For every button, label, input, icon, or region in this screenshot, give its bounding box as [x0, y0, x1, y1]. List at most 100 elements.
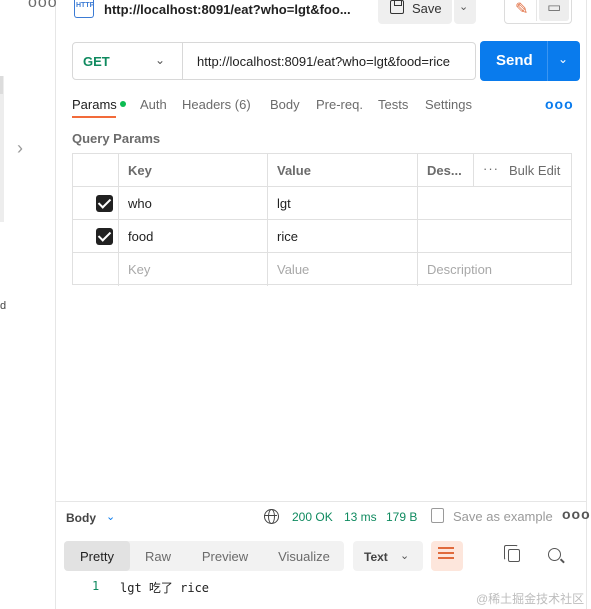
- tab-visualize[interactable]: Visualize: [266, 541, 342, 571]
- chevron-right-icon[interactable]: ›: [17, 138, 23, 159]
- header-key-label: Key: [128, 163, 152, 178]
- save-button-label: Save: [412, 1, 442, 16]
- format-label: Text: [364, 550, 388, 564]
- method-select[interactable]: GET ⌄: [73, 43, 183, 79]
- tab-body[interactable]: Body: [270, 97, 300, 112]
- tab-settings-label: Settings: [425, 97, 472, 112]
- tab-body-label: Body: [270, 97, 300, 112]
- param-key-cell[interactable]: food: [119, 220, 268, 253]
- header-checkbox-cell: [73, 154, 119, 187]
- http-icon-label: HTTP: [76, 2, 95, 9]
- response-more-icon[interactable]: ooo: [562, 506, 591, 522]
- row-checkbox-cell: [73, 187, 119, 220]
- request-tab-bar: HTTP http://localhost:8091/eat?who=lgt&f…: [56, 0, 586, 30]
- tab-tests-label: Tests: [378, 97, 409, 112]
- param-value: rice: [277, 229, 298, 244]
- save-example-icon: [431, 508, 444, 523]
- param-value-cell[interactable]: rice: [268, 220, 418, 253]
- save-button[interactable]: Save: [378, 0, 452, 24]
- wrap-lines-button[interactable]: [431, 541, 463, 571]
- watermark: @稀土掘金技术社区: [476, 592, 585, 606]
- send-button[interactable]: Send ⌄: [480, 41, 580, 81]
- tab-tests[interactable]: Tests: [378, 97, 408, 112]
- table-row: food rice: [73, 220, 571, 253]
- param-key-cell[interactable]: who: [119, 187, 268, 220]
- sidebar-panel-highlight: [0, 76, 3, 94]
- param-key: who: [128, 196, 152, 211]
- chevron-down-icon: ⌄: [155, 53, 166, 67]
- header-value: Value: [268, 154, 418, 187]
- globe-icon[interactable]: [264, 509, 279, 524]
- method-label: GET: [83, 54, 110, 69]
- description-placeholder: Description: [427, 262, 493, 277]
- tab-preview[interactable]: Preview: [190, 541, 260, 571]
- status-badge[interactable]: 200 OK: [292, 510, 333, 524]
- query-params-title: Query Params: [72, 131, 161, 146]
- tab-raw[interactable]: Raw: [130, 541, 186, 571]
- request-tabs: Params Auth Headers (6) Body Pre-req. Te…: [72, 97, 572, 115]
- tab-headers-label: Headers: [182, 97, 232, 112]
- header-value-label: Value: [277, 163, 311, 178]
- response-body-label[interactable]: Body: [66, 511, 96, 525]
- save-dropdown-button[interactable]: ⌄: [454, 0, 476, 24]
- search-icon[interactable]: [548, 548, 561, 561]
- chevron-down-icon[interactable]: ⌄: [106, 510, 115, 523]
- edit-toggle-group: ✎ ▭: [504, 0, 572, 24]
- param-checkbox[interactable]: [96, 228, 113, 245]
- tab-auth[interactable]: Auth: [140, 97, 167, 112]
- active-tab-underline: [72, 116, 116, 118]
- response-view-tabs: Pretty Raw Preview Visualize: [64, 541, 344, 571]
- request-tab-title[interactable]: http://localhost:8091/eat?who=lgt&foo...: [104, 2, 351, 17]
- sidebar-strip: ooo › d: [0, 0, 58, 609]
- table-header-row: Key Value Des... ··· Bulk Edit: [73, 154, 571, 187]
- sidebar-panel: [0, 76, 4, 222]
- table-row-empty: Key Value Description: [73, 253, 571, 286]
- response-time[interactable]: 13 ms: [344, 510, 377, 524]
- param-description-cell[interactable]: [418, 220, 571, 253]
- more-options-icon[interactable]: ···: [483, 161, 499, 176]
- wrap-lines-icon: [438, 547, 454, 549]
- send-options-chevron-icon[interactable]: ⌄: [558, 52, 568, 66]
- header-key: Key: [119, 154, 268, 187]
- response-size[interactable]: 179 B: [386, 510, 417, 524]
- tab-pre-request[interactable]: Pre-req.: [316, 97, 363, 112]
- active-dot-icon: [119, 101, 126, 107]
- response-body-text[interactable]: lgt 吃了 rice: [120, 579, 209, 596]
- row-checkbox-cell: [73, 220, 119, 253]
- format-select[interactable]: Text ⌄: [353, 541, 423, 571]
- more-icon[interactable]: ooo: [545, 96, 574, 112]
- key-placeholder: Key: [128, 262, 151, 277]
- send-divider: [547, 41, 548, 81]
- tab-pretty[interactable]: Pretty: [64, 541, 130, 571]
- row-checkbox-cell: [73, 253, 119, 286]
- headers-count: (6): [234, 97, 251, 112]
- tab-headers[interactable]: Headers (6): [182, 97, 251, 112]
- tab-settings[interactable]: Settings: [425, 97, 472, 112]
- tab-params[interactable]: Params: [72, 97, 126, 112]
- new-key-input[interactable]: Key: [119, 253, 268, 286]
- tab-auth-label: Auth: [140, 97, 167, 112]
- http-icon: HTTP: [74, 0, 94, 18]
- new-value-input[interactable]: Value: [268, 253, 418, 286]
- param-checkbox[interactable]: [96, 195, 113, 212]
- param-key: food: [128, 229, 154, 244]
- comments-button[interactable]: ▭: [539, 0, 569, 21]
- save-icon: [390, 0, 404, 14]
- comment-icon: ▭: [547, 0, 562, 16]
- param-value-cell[interactable]: lgt: [268, 187, 418, 220]
- bulk-edit-button[interactable]: ··· Bulk Edit: [474, 154, 571, 187]
- save-as-example-button[interactable]: Save as example: [453, 509, 553, 524]
- sidebar-more-icon[interactable]: ooo: [28, 0, 58, 12]
- value-placeholder: Value: [277, 262, 310, 277]
- new-description-input[interactable]: Description: [418, 253, 571, 286]
- send-button-label: Send: [496, 52, 533, 69]
- tab-params-label: Params: [72, 97, 117, 112]
- edit-button[interactable]: ✎: [507, 0, 537, 21]
- query-params-table: Key Value Des... ··· Bulk Edit who lgt f…: [72, 153, 572, 286]
- copy-icon[interactable]: [504, 545, 520, 562]
- url-input[interactable]: http://localhost:8091/eat?who=lgt&food=r…: [197, 54, 450, 69]
- pencil-icon: ✎: [515, 1, 529, 18]
- param-description-cell[interactable]: [418, 187, 571, 220]
- response-bar: Body ⌄ 200 OK 13 ms 179 B Save as exampl…: [56, 502, 590, 532]
- param-value: lgt: [277, 196, 291, 211]
